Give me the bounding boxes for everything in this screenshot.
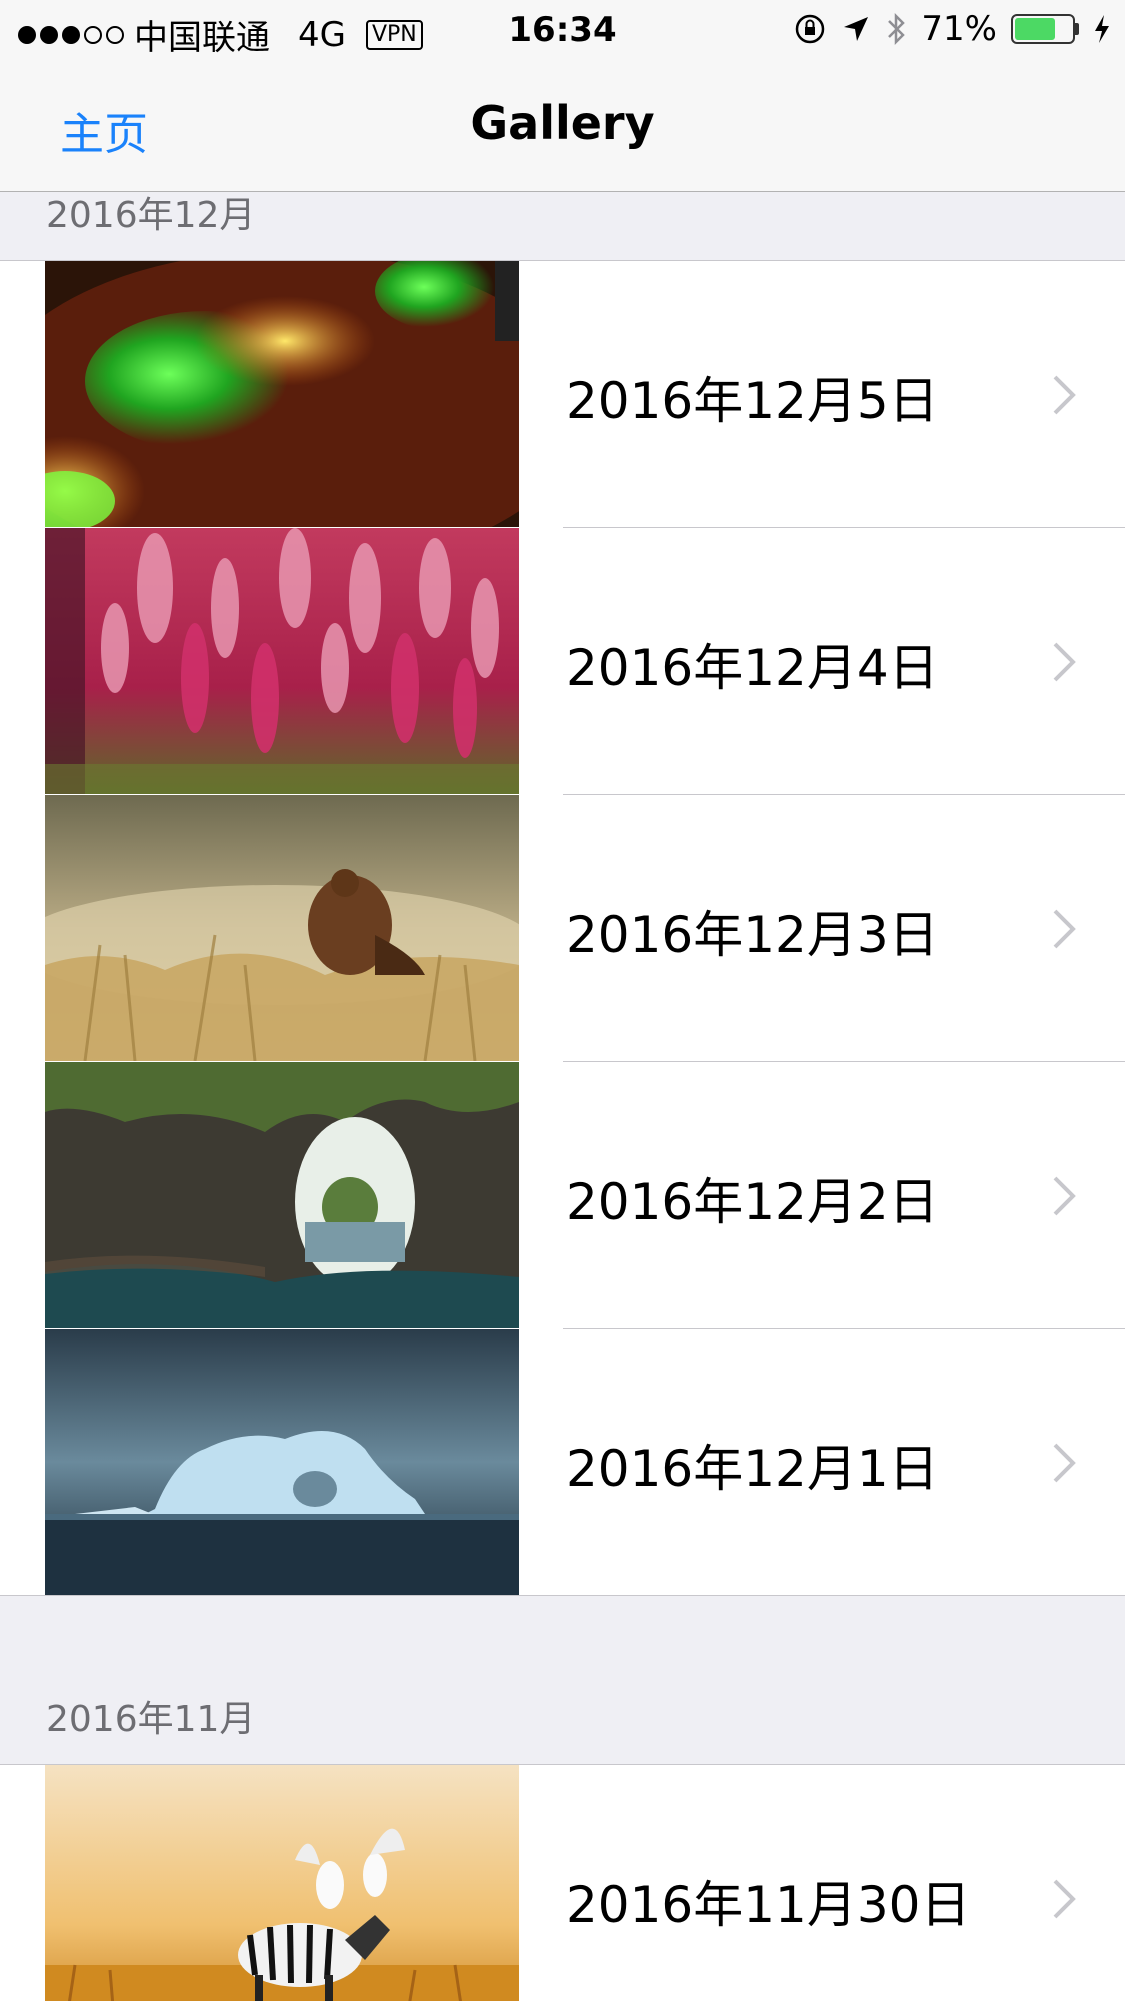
thumbnail-image — [45, 261, 519, 527]
chevron-right-icon — [1053, 642, 1076, 682]
section-header-label: 2016年12月 — [46, 195, 256, 236]
thumbnail-image — [45, 1062, 519, 1328]
status-right: 71% — [793, 9, 1111, 49]
table-row[interactable]: 2016年12月1日 — [0, 1329, 1125, 1596]
row-date-label: 2016年12月2日 — [566, 1173, 939, 1231]
chevron-right-icon — [1053, 909, 1076, 949]
section-header-december: 2016年12月 — [0, 193, 1125, 260]
chevron-right-icon — [1053, 1879, 1076, 1919]
thumbnail-image — [45, 1765, 519, 2001]
thumbnail-image — [45, 528, 519, 794]
table-row[interactable]: 2016年12月3日 — [0, 795, 1125, 1062]
chevron-right-icon — [1053, 1176, 1076, 1216]
orientation-lock-icon — [796, 14, 825, 44]
table-row[interactable]: 2016年12月2日 — [0, 1062, 1125, 1329]
page-title: Gallery — [470, 96, 655, 150]
navigation-bar: 主页 Gallery — [0, 60, 1125, 192]
row-date-label: 2016年12月4日 — [566, 639, 939, 697]
row-date-label: 2016年11月30日 — [566, 1876, 971, 1934]
chevron-right-icon — [1053, 1443, 1076, 1483]
battery-percent: 71% — [921, 9, 997, 49]
status-bar: 中国联通 4G VPN 16:34 71% — [0, 0, 1125, 60]
gallery-screen: 中国联通 4G VPN 16:34 71% 主页 Gallery 2016年12… — [0, 0, 1125, 2001]
row-date-label: 2016年12月3日 — [566, 906, 939, 964]
table-row[interactable]: 2016年12月5日 — [0, 261, 1125, 528]
location-arrow-icon — [844, 17, 869, 41]
thumbnail-image — [45, 795, 519, 1061]
battery-icon — [1011, 14, 1079, 44]
table-row[interactable]: 2016年12月4日 — [0, 528, 1125, 795]
row-date-label: 2016年12月1日 — [566, 1440, 939, 1498]
chevron-right-icon — [1053, 375, 1076, 415]
thumbnail-image — [45, 1329, 519, 1595]
table-row[interactable]: 2016年11月30日 — [0, 1765, 1125, 2001]
charging-bolt-icon — [1095, 15, 1109, 43]
section-header-november: 2016年11月 — [0, 1596, 1125, 1764]
row-date-label: 2016年12月5日 — [566, 372, 939, 430]
bluetooth-icon — [888, 12, 906, 46]
section-header-label: 2016年11月 — [46, 1699, 256, 1740]
